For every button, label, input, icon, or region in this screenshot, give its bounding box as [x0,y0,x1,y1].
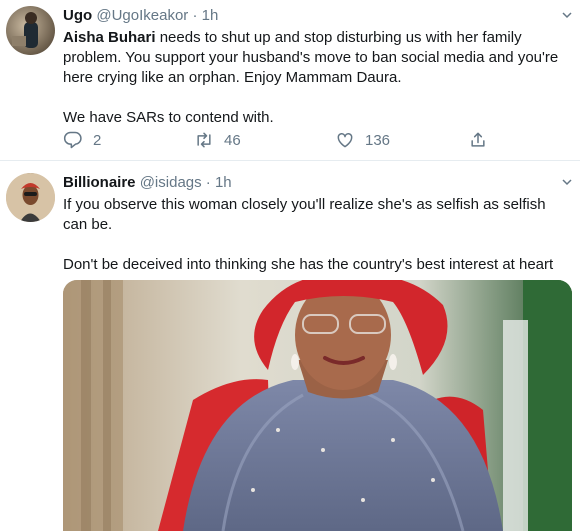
like-icon [337,132,353,148]
avatar[interactable] [6,6,55,55]
tweet-header: Billionaire @isidags · 1h [63,174,232,191]
author-handle[interactable]: @UgoIkeakor [96,7,188,24]
avatar-image [12,12,38,48]
tweet-photo[interactable] [63,280,572,531]
tweet-billionaire[interactable]: Billionaire @isidags · 1h If you observe… [0,160,580,531]
photo-image [63,280,572,531]
author-handle[interactable]: @isidags [140,174,202,191]
chevron-down-icon[interactable] [562,10,572,20]
share-icon [471,132,485,147]
tweet-ugo[interactable]: Ugo @UgoIkeakor · 1h Aisha Buhari needs … [0,0,580,160]
tweet-paragraph: If you observe this woman closely you'll… [63,196,546,233]
tweet-paragraph-2: Don't be deceived into thinking she has … [63,256,554,273]
reply-icon [63,131,82,149]
avatar[interactable] [6,173,55,222]
chevron-down-icon[interactable] [562,177,572,187]
separator: · [192,7,198,24]
reply-button[interactable]: 2 [63,130,101,150]
like-count: 136 [365,131,391,149]
tweet-text: Aisha Buhari needs to shut up and stop d… [63,28,568,128]
retweet-icon [197,132,211,148]
mention[interactable]: Aisha Buhari [63,29,156,46]
timestamp[interactable]: 1h [215,174,232,191]
tweet-text: If you observe this woman closely you'll… [63,195,568,275]
avatar-image [6,173,55,222]
separator: · [205,174,211,191]
reply-count: 2 [93,131,102,149]
tweet-paragraph: Aisha Buhari needs to shut up and stop d… [63,28,568,88]
author-name[interactable]: Billionaire [63,174,136,191]
tweet-header: Ugo @UgoIkeakor · 1h [63,7,218,24]
tweet-paragraph-2: We have SARs to contend with. [63,109,274,126]
retweet-button[interactable]: 46 [194,130,241,150]
retweet-count: 46 [224,131,241,149]
timestamp[interactable]: 1h [202,7,219,24]
share-button[interactable] [468,130,488,150]
tweet-actions: 2 46 136 [63,130,523,154]
like-button[interactable]: 136 [335,130,390,150]
author-name[interactable]: Ugo [63,7,92,24]
